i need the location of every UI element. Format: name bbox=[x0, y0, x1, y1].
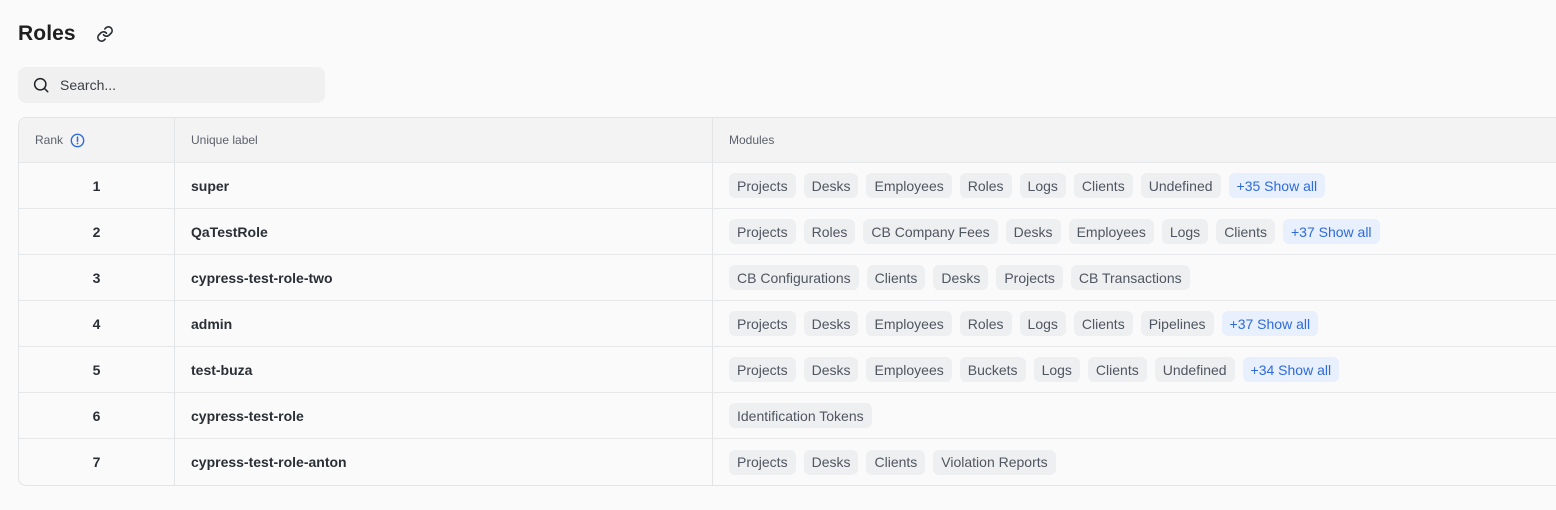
search-icon bbox=[33, 77, 49, 93]
module-chip: Clients bbox=[866, 449, 926, 475]
module-chip: Logs bbox=[1019, 173, 1066, 198]
search-input[interactable] bbox=[60, 77, 300, 93]
column-header-rank[interactable]: Rank bbox=[19, 118, 175, 162]
table-row[interactable]: 6 cypress-test-role Identification Tokens bbox=[19, 393, 1556, 439]
table-row[interactable]: 4 admin Projects Desks Employees Roles Logs Cli… bbox=[19, 301, 1556, 347]
rank-cell: 5 bbox=[19, 347, 175, 392]
module-chip: Projects bbox=[729, 449, 796, 475]
module-chip: Roles bbox=[803, 219, 856, 244]
column-header-label-text: Unique label bbox=[191, 133, 258, 147]
module-chip: Clients bbox=[1073, 173, 1133, 198]
show-all-modules-button[interactable]: +37 Show all bbox=[1221, 311, 1319, 336]
module-chip: CB Transactions bbox=[1070, 265, 1190, 290]
rank-cell: 4 bbox=[19, 301, 175, 346]
copy-link-button[interactable] bbox=[94, 23, 116, 45]
show-all-modules-button[interactable]: +35 Show all bbox=[1228, 173, 1326, 198]
info-icon bbox=[70, 133, 85, 147]
column-header-modules-text: Modules bbox=[729, 133, 775, 147]
rank-cell: 1 bbox=[19, 163, 175, 208]
module-chip: Undefined bbox=[1154, 357, 1235, 382]
unique-label-cell: test-buza bbox=[175, 347, 713, 392]
rank-cell: 3 bbox=[19, 255, 175, 300]
module-chip: Desks bbox=[803, 311, 859, 336]
link-icon bbox=[96, 26, 113, 42]
module-chip: Logs bbox=[1033, 357, 1080, 382]
module-chip: Projects bbox=[729, 219, 796, 244]
module-chip-list: Projects Desks Employees Buckets Logs Clients… bbox=[729, 357, 1340, 382]
modules-cell: Projects Desks Clients Violation Reports bbox=[713, 439, 1556, 485]
column-header-rank-label: Rank bbox=[35, 133, 64, 147]
modules-cell: Projects Desks Employees Roles Logs Clients Pi… bbox=[713, 301, 1556, 346]
module-chip: Employees bbox=[866, 173, 952, 198]
table-row[interactable]: 7 cypress-test-role-anton Projects Desks Cli… bbox=[19, 439, 1556, 485]
module-chip: Employees bbox=[866, 311, 952, 336]
module-chip: CB Company Fees bbox=[863, 219, 998, 244]
column-header-modules[interactable]: Modules bbox=[713, 118, 1556, 162]
module-chip: Clients bbox=[1216, 219, 1275, 244]
module-chip: Buckets bbox=[959, 357, 1026, 382]
module-chip-list: CB Configurations Clients Desks Projects CB … bbox=[729, 265, 1190, 290]
modules-cell: Projects Desks Employees Buckets Logs Clients… bbox=[713, 347, 1556, 392]
module-chip: Employees bbox=[866, 357, 952, 382]
module-chip: Clients bbox=[1073, 311, 1133, 336]
unique-label-cell: super bbox=[175, 163, 713, 208]
module-chip: CB Configurations bbox=[729, 265, 859, 290]
modules-cell: Projects Desks Employees Roles Logs Clients Un… bbox=[713, 163, 1556, 208]
module-chip-list: Projects Desks Clients Violation Reports bbox=[729, 449, 1056, 475]
module-chip-list: Identification Tokens bbox=[729, 403, 872, 428]
table-row[interactable]: 2 QaTestRole Projects Roles CB Company Fees D… bbox=[19, 209, 1556, 255]
table-row[interactable]: 3 cypress-test-role-two CB Configurations C… bbox=[19, 255, 1556, 301]
page-title: Roles bbox=[18, 22, 76, 45]
module-chip: Clients bbox=[866, 265, 926, 290]
rank-info-button[interactable] bbox=[70, 133, 85, 148]
module-chip: Desks bbox=[803, 173, 859, 198]
column-header-label[interactable]: Unique label bbox=[175, 118, 713, 162]
module-chip: Roles bbox=[959, 311, 1012, 336]
module-chip: Clients bbox=[1087, 357, 1147, 382]
module-chip: Desks bbox=[803, 449, 859, 475]
show-all-modules-button[interactable]: +37 Show all bbox=[1282, 219, 1380, 244]
module-chip: Projects bbox=[729, 357, 796, 382]
module-chip: Projects bbox=[729, 173, 796, 198]
table-header-row: Rank Unique label Modules bbox=[19, 118, 1556, 163]
module-chip: Logs bbox=[1019, 311, 1066, 336]
modules-cell: Identification Tokens bbox=[713, 393, 1556, 438]
module-chip: Undefined bbox=[1140, 173, 1221, 198]
unique-label-cell: cypress-test-role bbox=[175, 393, 713, 438]
unique-label-cell: cypress-test-role-anton bbox=[175, 439, 713, 485]
module-chip-list: Projects Desks Employees Roles Logs Clients Pi… bbox=[729, 311, 1319, 336]
module-chip-list: Projects Roles CB Company Fees Desks Employe… bbox=[729, 219, 1380, 244]
module-chip: Identification Tokens bbox=[729, 403, 872, 428]
rank-cell: 2 bbox=[19, 209, 175, 254]
table-row[interactable]: 1 super Projects Desks Employees Roles Logs Cli… bbox=[19, 163, 1556, 209]
show-all-modules-button[interactable]: +34 Show all bbox=[1242, 357, 1340, 382]
module-chip: Desks bbox=[803, 357, 859, 382]
table-row[interactable]: 5 test-buza Projects Desks Employees Buckets L… bbox=[19, 347, 1556, 393]
unique-label-cell: admin bbox=[175, 301, 713, 346]
module-chip: Employees bbox=[1068, 219, 1154, 244]
module-chip: Roles bbox=[959, 173, 1012, 198]
unique-label-cell: cypress-test-role-two bbox=[175, 255, 713, 300]
search-box[interactable] bbox=[18, 67, 325, 103]
modules-cell: Projects Roles CB Company Fees Desks Employe… bbox=[713, 209, 1556, 254]
table-body: 1 super Projects Desks Employees Roles Logs Cli… bbox=[19, 163, 1556, 485]
unique-label-cell: QaTestRole bbox=[175, 209, 713, 254]
modules-cell: CB Configurations Clients Desks Projects CB … bbox=[713, 255, 1556, 300]
module-chip: Desks bbox=[1005, 219, 1061, 244]
rank-cell: 6 bbox=[19, 393, 175, 438]
module-chip: Projects bbox=[729, 311, 796, 336]
page-header: Roles bbox=[18, 19, 116, 49]
rank-cell: 7 bbox=[19, 439, 175, 485]
module-chip: Desks bbox=[933, 265, 989, 290]
module-chip: Projects bbox=[996, 265, 1063, 290]
roles-table: Rank Unique label Modules 1 super Projects… bbox=[18, 117, 1556, 486]
module-chip: Pipelines bbox=[1140, 311, 1214, 336]
module-chip: Violation Reports bbox=[933, 449, 1056, 475]
module-chip-list: Projects Desks Employees Roles Logs Clients Un… bbox=[729, 173, 1326, 198]
module-chip: Logs bbox=[1161, 219, 1209, 244]
